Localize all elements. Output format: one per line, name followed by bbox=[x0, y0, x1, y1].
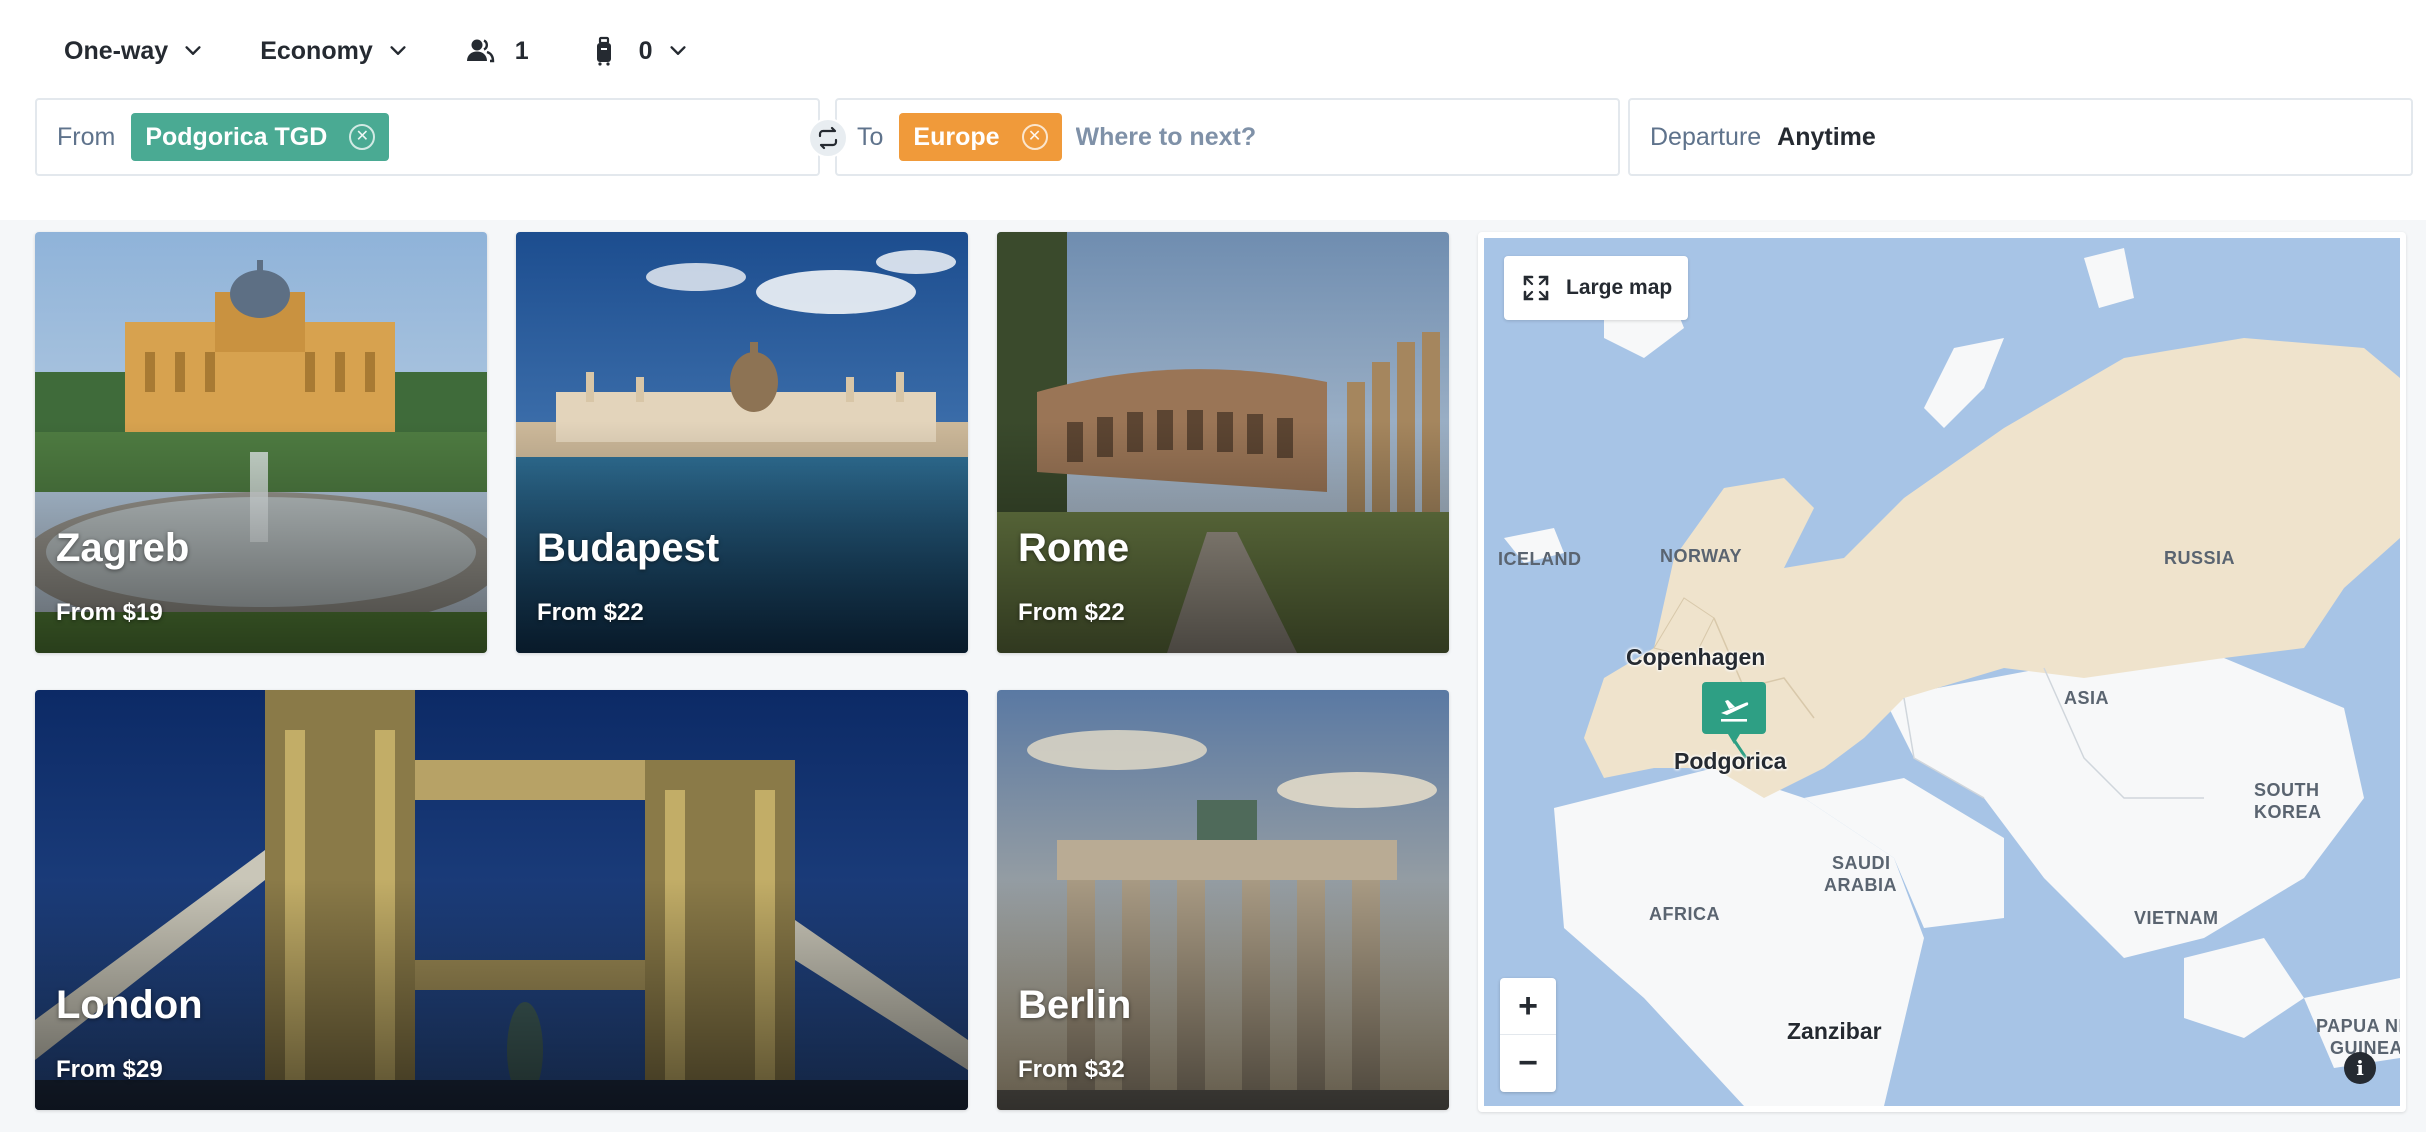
departure-value: Anytime bbox=[1777, 122, 1876, 151]
map-geography bbox=[1504, 248, 2400, 1106]
card-price: From $29 bbox=[56, 1056, 163, 1083]
from-field[interactable]: From Podgorica TGD ✕ bbox=[35, 98, 820, 176]
cabin-class-dropdown[interactable]: Economy bbox=[232, 22, 437, 80]
map-canvas[interactable]: ICELAND NORWAY RUSSIA Copenhagen ASIA Po… bbox=[1484, 238, 2400, 1106]
map-label-podgorica: Podgorica bbox=[1674, 748, 1787, 774]
from-place-chip[interactable]: Podgorica TGD ✕ bbox=[131, 113, 390, 161]
destination-card-rome[interactable]: Rome From $22 bbox=[997, 232, 1449, 653]
destination-input[interactable] bbox=[1075, 122, 1416, 152]
map-label-south-korea: KOREA bbox=[2254, 802, 2322, 822]
to-label: To bbox=[857, 122, 884, 151]
bags-count: 0 bbox=[638, 36, 653, 65]
map-label-saudi-arabia: ARABIA bbox=[1824, 875, 1897, 895]
from-place-name: Podgorica TGD bbox=[145, 122, 328, 151]
map-label-zanzibar: Zanzibar bbox=[1787, 1018, 1882, 1044]
map-label-south-korea: SOUTH bbox=[2254, 780, 2320, 800]
card-city: Budapest bbox=[537, 526, 720, 570]
map-label-copenhagen: Copenhagen bbox=[1626, 644, 1766, 670]
expand-icon bbox=[1523, 275, 1549, 301]
map-label-papua: PAPUA NE bbox=[2316, 1016, 2400, 1036]
trip-options: One-way Economy 1 0 bbox=[36, 22, 717, 80]
to-field[interactable]: To Europe ✕ bbox=[835, 98, 1620, 176]
map-label-vietnam: VIETNAM bbox=[2134, 908, 2219, 928]
bags-selector[interactable]: 0 bbox=[561, 22, 717, 80]
to-place-name: Europe bbox=[913, 122, 1000, 151]
passengers-icon bbox=[466, 39, 494, 63]
destination-card-berlin[interactable]: Berlin From $32 bbox=[997, 690, 1449, 1110]
trip-type-label: One-way bbox=[64, 36, 169, 65]
swap-places-button[interactable] bbox=[808, 118, 848, 158]
destinations-map[interactable]: ICELAND NORWAY RUSSIA Copenhagen ASIA Po… bbox=[1478, 232, 2406, 1112]
passengers-selector[interactable]: 1 bbox=[437, 22, 561, 80]
departure-label: Departure bbox=[1650, 122, 1762, 151]
plane-takeoff-icon bbox=[1721, 700, 1749, 722]
destination-card-zagreb[interactable]: Zagreb From $19 bbox=[35, 232, 487, 653]
destination-card-london[interactable]: London From $29 bbox=[35, 690, 968, 1110]
card-city: Berlin bbox=[1018, 983, 1132, 1027]
trip-type-dropdown[interactable]: One-way bbox=[36, 22, 232, 80]
card-city: London bbox=[56, 983, 203, 1027]
destination-card-budapest[interactable]: Budapest From $22 bbox=[516, 232, 968, 653]
departure-field[interactable]: Departure Anytime bbox=[1628, 98, 2413, 176]
card-city: Zagreb bbox=[56, 526, 190, 570]
map-label-africa: AFRICA bbox=[1649, 904, 1720, 924]
luggage-icon bbox=[596, 36, 611, 66]
map-label-iceland: ICELAND bbox=[1498, 549, 1582, 569]
cabin-class-label: Economy bbox=[260, 36, 373, 65]
zoom-out-button[interactable]: − bbox=[1500, 1035, 1556, 1092]
map-label-norway: NORWAY bbox=[1660, 546, 1743, 566]
chevron-down-icon bbox=[390, 46, 406, 55]
card-city: Rome bbox=[1018, 526, 1130, 570]
card-price: From $32 bbox=[1018, 1056, 1125, 1083]
map-label-russia: RUSSIA bbox=[2164, 548, 2236, 568]
card-price: From $22 bbox=[537, 599, 644, 626]
zoom-in-button[interactable]: + bbox=[1500, 978, 1556, 1035]
chevron-down-icon bbox=[669, 46, 686, 55]
large-map-label: Large map bbox=[1566, 276, 1673, 299]
remove-from-place-icon[interactable]: ✕ bbox=[349, 124, 376, 150]
origin-airport-pin[interactable] bbox=[1702, 682, 1766, 744]
search-fields: From Podgorica TGD ✕ To Europe ✕ Departu… bbox=[35, 98, 2413, 176]
chevron-down-icon bbox=[185, 46, 201, 55]
card-price: From $19 bbox=[56, 599, 163, 626]
from-label: From bbox=[57, 122, 116, 151]
passengers-count: 1 bbox=[514, 36, 529, 65]
zoom-controls: + − bbox=[1500, 978, 1556, 1092]
card-price: From $22 bbox=[1018, 599, 1125, 626]
map-label-asia: ASIA bbox=[2064, 688, 2110, 708]
large-map-button[interactable]: Large map bbox=[1504, 256, 1688, 320]
to-place-chip[interactable]: Europe ✕ bbox=[899, 113, 1062, 161]
map-label-saudi-arabia: SAUDI bbox=[1832, 853, 1891, 873]
remove-to-place-icon[interactable]: ✕ bbox=[1021, 124, 1048, 150]
search-header: One-way Economy 1 0 From Podgorica TGD ✕… bbox=[0, 0, 2426, 220]
swap-icon bbox=[818, 126, 838, 150]
map-info-button[interactable]: i bbox=[2344, 1052, 2376, 1084]
